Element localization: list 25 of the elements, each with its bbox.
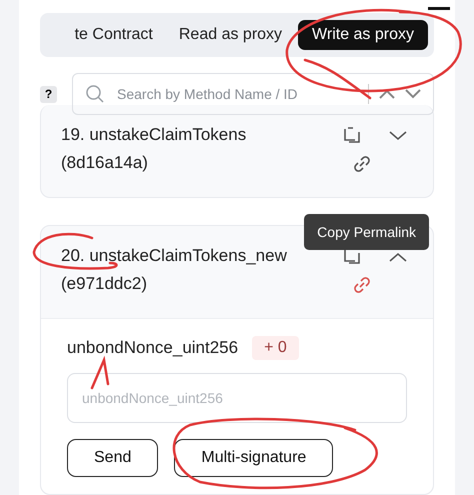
action-button[interactable]: Send — [67, 439, 158, 477]
help-badge[interactable]: ? — [40, 86, 57, 102]
chevron-up-icon[interactable] — [379, 89, 395, 99]
link-icon[interactable] — [352, 275, 372, 295]
method-selector: (e971ddc2) — [61, 274, 148, 294]
method-selector: (8d16a14a) — [61, 153, 149, 173]
chevron-up-icon[interactable] — [389, 252, 407, 262]
search-icon — [85, 84, 105, 104]
action-button[interactable]: Multi-signature — [174, 439, 334, 477]
method-name: 20. unstakeClaimTokens_new — [61, 246, 287, 266]
tab[interactable]: Read as proxy — [168, 20, 292, 50]
tab[interactable]: te Contract — [64, 20, 163, 50]
link-icon[interactable] — [352, 154, 372, 174]
method-name: 19. unstakeClaimTokens — [61, 125, 246, 145]
increment-badge[interactable]: + 0 — [252, 336, 299, 360]
parameter-label: unbondNonce_uint256 — [67, 338, 238, 358]
chevron-down-icon[interactable] — [405, 89, 421, 99]
tooltip: Copy Permalink — [304, 214, 429, 250]
tab[interactable]: Write as proxy — [298, 20, 428, 50]
chevron-down-icon[interactable] — [389, 131, 407, 141]
search-field[interactable]: Search by Method Name / ID — [72, 73, 434, 115]
search-input[interactable]: Search by Method Name / ID — [115, 85, 358, 103]
annotation-mark — [90, 356, 110, 390]
copy-icon[interactable] — [343, 127, 361, 145]
input-field[interactable]: unbondNonce_uint256 — [67, 373, 407, 423]
